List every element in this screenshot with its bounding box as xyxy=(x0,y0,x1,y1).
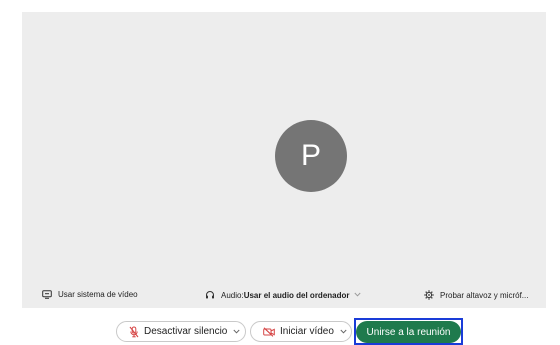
audio-option[interactable]: Audio: Usar el audio del ordenador xyxy=(205,290,361,300)
gear-icon xyxy=(424,290,434,300)
unmute-button[interactable]: Desactivar silencio xyxy=(116,321,246,342)
speaker-test-label: Probar altavoz y micróf... xyxy=(440,290,529,300)
audio-value: Usar el audio del ordenador xyxy=(243,290,350,300)
screen-icon xyxy=(42,290,52,299)
chevron-down-icon[interactable] xyxy=(233,329,240,334)
video-system-label: Usar sistema de vídeo xyxy=(58,290,138,299)
avatar: P xyxy=(275,120,347,192)
camera-off-icon xyxy=(263,326,275,337)
video-system-option[interactable]: Usar sistema de vídeo xyxy=(42,290,138,299)
chevron-down-icon[interactable] xyxy=(340,329,347,334)
chevron-down-icon[interactable] xyxy=(353,292,361,299)
headset-icon xyxy=(205,290,215,300)
speaker-test-option[interactable]: Probar altavoz y micróf... xyxy=(424,290,528,300)
start-video-button[interactable]: Iniciar vídeo xyxy=(250,321,352,342)
join-meeting-button[interactable]: Unirse a la reunión xyxy=(356,321,461,343)
mic-muted-icon xyxy=(129,326,139,338)
unmute-label: Desactivar silencio xyxy=(144,326,228,337)
video-preview: P xyxy=(22,12,546,308)
audio-prefix: Audio: xyxy=(221,290,244,300)
controls-bar: Desactivar silencio Iniciar vídeo xyxy=(0,318,560,345)
start-video-label: Iniciar vídeo xyxy=(280,326,334,337)
